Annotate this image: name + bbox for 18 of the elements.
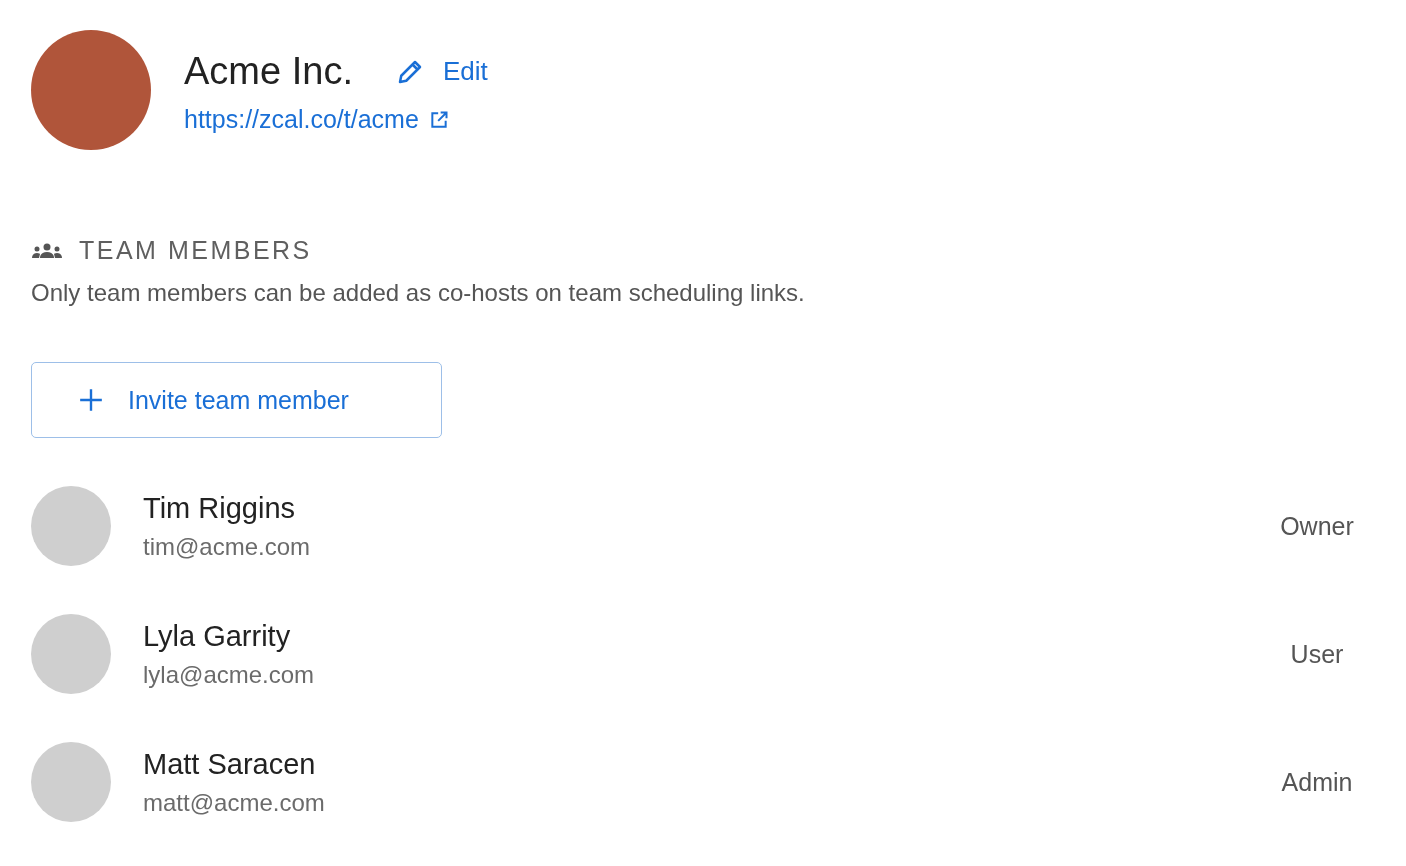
member-email: lyla@acme.com xyxy=(143,660,316,689)
team-name: Acme Inc. xyxy=(184,50,353,93)
member-role: User xyxy=(1289,639,1345,669)
member-name: Lyla Garrity xyxy=(143,619,292,653)
member-name: Matt Saracen xyxy=(143,747,317,781)
people-icon xyxy=(31,241,63,260)
edit-button[interactable]: Edit xyxy=(394,56,488,87)
member-email: matt@acme.com xyxy=(143,788,326,817)
member-email: tim@acme.com xyxy=(143,532,312,561)
section-description: Only team members can be added as co-hosts on team scheduling links. xyxy=(31,279,806,307)
invite-button[interactable]: Invite team member xyxy=(31,362,442,438)
plus-icon xyxy=(78,387,104,413)
member-name: Tim Riggins xyxy=(143,491,296,525)
member-role: Admin xyxy=(1280,767,1354,797)
team-url-link[interactable]: https://zcal.co/t/acme xyxy=(184,105,488,134)
external-link-icon xyxy=(428,109,449,130)
member-role: Owner xyxy=(1279,511,1355,541)
section-heading: TEAM MEMBERS xyxy=(79,236,312,265)
